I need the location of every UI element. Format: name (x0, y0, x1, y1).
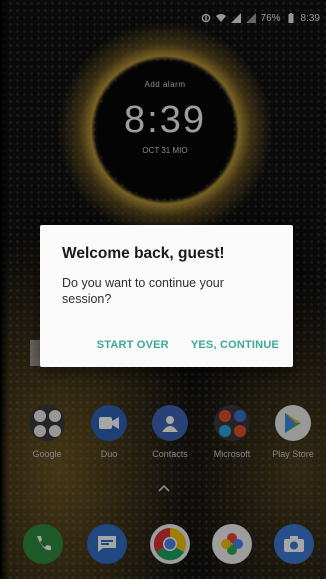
dialog-title: Welcome back, guest! (62, 245, 225, 262)
yes-continue-button[interactable]: YES, CONTINUE (191, 339, 279, 351)
welcome-back-dialog: Welcome back, guest! Do you want to cont… (40, 225, 293, 367)
start-over-button[interactable]: START OVER (97, 339, 169, 351)
dialog-message: Do you want to continue your session? (62, 276, 224, 306)
dialog-actions: START OVER YES, CONTINUE (97, 339, 279, 351)
